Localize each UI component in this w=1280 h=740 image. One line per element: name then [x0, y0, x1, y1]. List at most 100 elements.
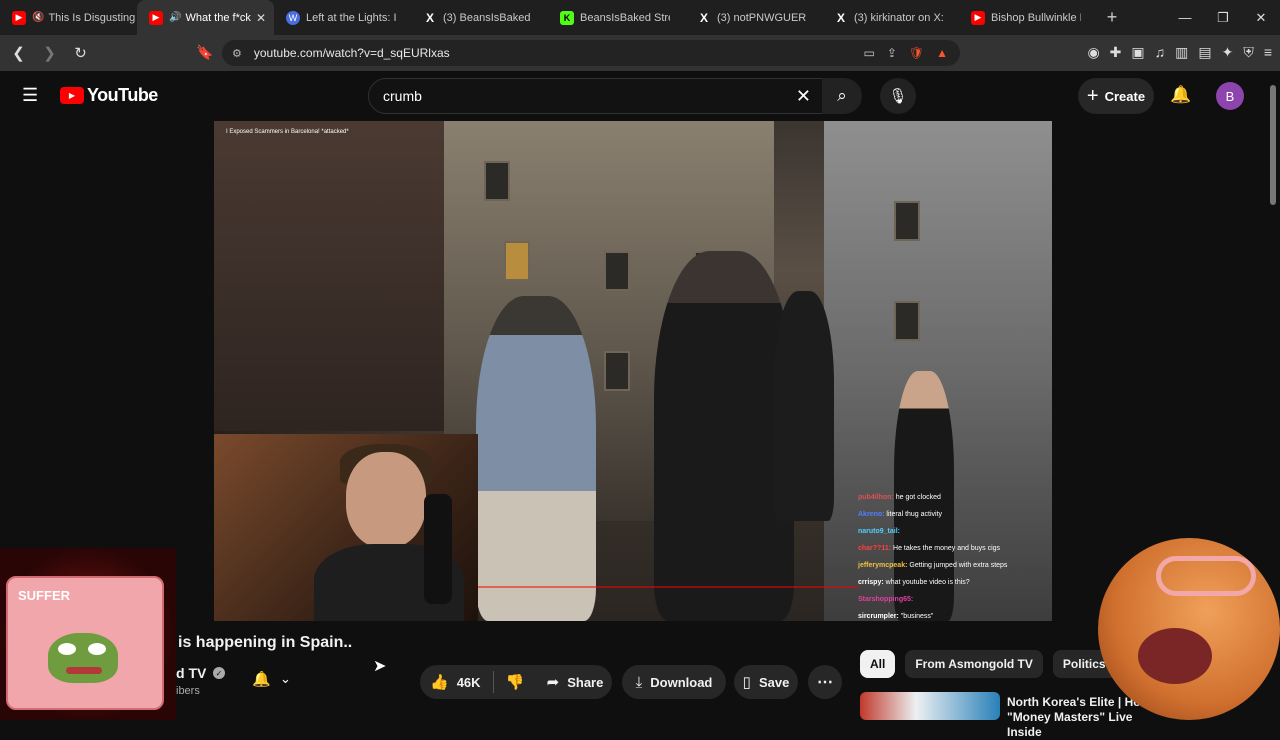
- chat-message: Akreno: literal thug activity: [858, 511, 943, 518]
- extensions-icon[interactable]: ✚: [1110, 44, 1122, 61]
- create-button[interactable]: + Create: [1078, 78, 1154, 114]
- webcam-head: [346, 452, 426, 548]
- vpn-icon[interactable]: ◉: [1087, 44, 1099, 61]
- sidebar-icon[interactable]: ▥: [1175, 44, 1188, 61]
- pepe-eye: [58, 643, 76, 655]
- close-icon[interactable]: ✕: [256, 11, 266, 25]
- video-player[interactable]: I Exposed Scammers in Barcelona! *attack…: [214, 121, 1052, 621]
- mouse-cursor-icon: ➤: [373, 658, 387, 675]
- chat-message: pub4ilhon: he got clocked: [858, 494, 941, 501]
- window: [604, 351, 630, 391]
- save-icon: ▯: [742, 674, 751, 691]
- search-input[interactable]: crumb ✕: [368, 78, 824, 114]
- brave-rewards-icon[interactable]: ▲: [936, 46, 948, 60]
- avatar[interactable]: B: [1216, 82, 1244, 110]
- youtube-icon: ▶: [971, 10, 985, 25]
- window: [894, 201, 920, 241]
- window-close-icon[interactable]: ✕: [1242, 0, 1280, 35]
- bookmark-icon[interactable]: 🔖: [196, 44, 213, 61]
- share-button[interactable]: ➦ Share: [538, 665, 612, 699]
- microphone-icon: 🎙: [888, 88, 908, 105]
- subscribe-bell-icon[interactable]: 🔔: [252, 670, 271, 688]
- wordpress-icon: W: [286, 10, 300, 25]
- tab-3[interactable]: X (3) BeansIsBaked (@B: [411, 0, 548, 35]
- browser-tab-strip: ▶ 🔇 This Is Disgusting ▶ 🔊 What the f*ck…: [0, 0, 1280, 35]
- notifications-icon[interactable]: 🔔: [1170, 85, 1191, 105]
- chevron-down-icon[interactable]: ⌄: [280, 671, 291, 687]
- dislike-icon[interactable]: 👎: [506, 673, 525, 691]
- youtube-logo[interactable]: ▶ YouTube: [60, 85, 158, 106]
- share-icon: ➦: [546, 674, 560, 691]
- potato-glasses: [1156, 556, 1256, 596]
- address-bar[interactable]: ⚙ youtube.com/watch?v=d_sqEURlxas ▭ ⇪ 🛡 …: [222, 40, 960, 66]
- scrollbar-thumb[interactable]: [1270, 85, 1276, 205]
- search-button[interactable]: ⌕: [822, 78, 862, 114]
- window: [504, 241, 530, 281]
- minimize-icon[interactable]: —: [1166, 0, 1204, 35]
- youtube-icon: ▶: [149, 10, 163, 25]
- download-button[interactable]: ⤓ Download: [622, 665, 726, 699]
- hamburger-menu-icon[interactable]: ☰: [22, 85, 38, 106]
- tab-4[interactable]: K BeansIsBaked Stream: [548, 0, 685, 35]
- leo-icon[interactable]: ✦: [1222, 44, 1234, 61]
- youtube-icon: ▶: [12, 10, 26, 25]
- tab-title: BeansIsBaked Stream: [580, 11, 670, 24]
- download-icon: ⤓: [635, 673, 643, 691]
- audio-icon[interactable]: 🔊: [169, 12, 181, 23]
- screenshot-icon[interactable]: ▣: [1131, 44, 1144, 61]
- video-progress-bar[interactable]: [478, 586, 858, 588]
- tab-1[interactable]: ▶ 🔊 What the f*ck ✕: [137, 0, 274, 35]
- tab-0[interactable]: ▶ 🔇 This Is Disgusting: [0, 0, 137, 35]
- menu-icon[interactable]: ≡: [1264, 44, 1272, 61]
- video-person: [654, 251, 794, 621]
- video-overlay-title: I Exposed Scammers in Barcelona! *attack…: [226, 129, 349, 135]
- clear-search-icon[interactable]: ✕: [796, 86, 811, 107]
- tab-7[interactable]: ▶ Bishop Bullwinkle Hel: [959, 0, 1096, 35]
- related-video-thumbnail[interactable]: [860, 692, 1000, 720]
- plus-icon: +: [1086, 84, 1099, 107]
- chat-message: naruto9_tail:: [858, 528, 901, 535]
- cast-icon[interactable]: ▭: [863, 46, 874, 60]
- tab-2[interactable]: W Left at the Lights: Ima: [274, 0, 411, 35]
- more-actions-button[interactable]: ⋯: [808, 665, 842, 699]
- tab-6[interactable]: X (3) kirkinator on X: "N: [822, 0, 959, 35]
- new-tab-button[interactable]: +: [1100, 7, 1124, 28]
- share-page-icon[interactable]: ⇪: [887, 46, 897, 60]
- brave-shields-icon[interactable]: 🛡: [909, 46, 924, 60]
- tab-title: This Is Disgusting: [48, 11, 136, 24]
- like-icon[interactable]: 👍: [430, 673, 449, 691]
- wallet-icon[interactable]: ▤: [1198, 44, 1211, 61]
- share-label: Share: [567, 674, 604, 690]
- download-label: Download: [650, 674, 713, 690]
- window-controls: — ❐ ✕: [1166, 0, 1280, 35]
- restore-icon[interactable]: ❐: [1204, 0, 1242, 35]
- suffer-label: SUFFER: [18, 588, 70, 603]
- tab-5[interactable]: X (3) notPNWGUERRILL: [685, 0, 822, 35]
- chat-message: jefferymcpeak: Getting jumped with extra…: [858, 562, 1008, 569]
- media-icon[interactable]: ♫: [1155, 44, 1166, 61]
- youtube-logo-text: YouTube: [87, 85, 158, 105]
- page-scrollbar[interactable]: [1270, 71, 1278, 720]
- voice-search-button[interactable]: 🎙: [880, 78, 916, 114]
- create-label: Create: [1104, 88, 1146, 104]
- url-text[interactable]: youtube.com/watch?v=d_sqEURlxas: [254, 46, 450, 60]
- chip-from-channel[interactable]: From Asmongold TV: [905, 650, 1043, 678]
- youtube-header: ☰ ▶ YouTube crumb ✕ ⌕ 🎙 + Create 🔔 B: [0, 71, 1280, 121]
- back-icon[interactable]: ❮: [6, 44, 31, 62]
- divider: [492, 671, 494, 693]
- chip-all[interactable]: All: [860, 650, 896, 678]
- forward-icon[interactable]: ❯: [37, 44, 62, 62]
- window: [484, 161, 510, 201]
- channel-name[interactable]: d TV: [176, 665, 206, 681]
- pepe-frog-icon: [48, 633, 118, 683]
- search-query[interactable]: crumb: [383, 88, 422, 104]
- chat-message: crrispy: what youtube video is this?: [858, 579, 970, 586]
- site-info-icon[interactable]: ⚙: [232, 47, 242, 60]
- like-count[interactable]: 46K: [457, 675, 481, 690]
- related-filter-chips: All From Asmongold TV Politics Ne: [860, 650, 1135, 678]
- reload-icon[interactable]: ↻: [68, 44, 93, 62]
- muted-icon[interactable]: 🔇: [32, 12, 44, 23]
- save-button[interactable]: ▯ Save: [734, 665, 798, 699]
- window: [894, 301, 920, 341]
- vpn-shield-icon[interactable]: ⛨: [1243, 44, 1254, 61]
